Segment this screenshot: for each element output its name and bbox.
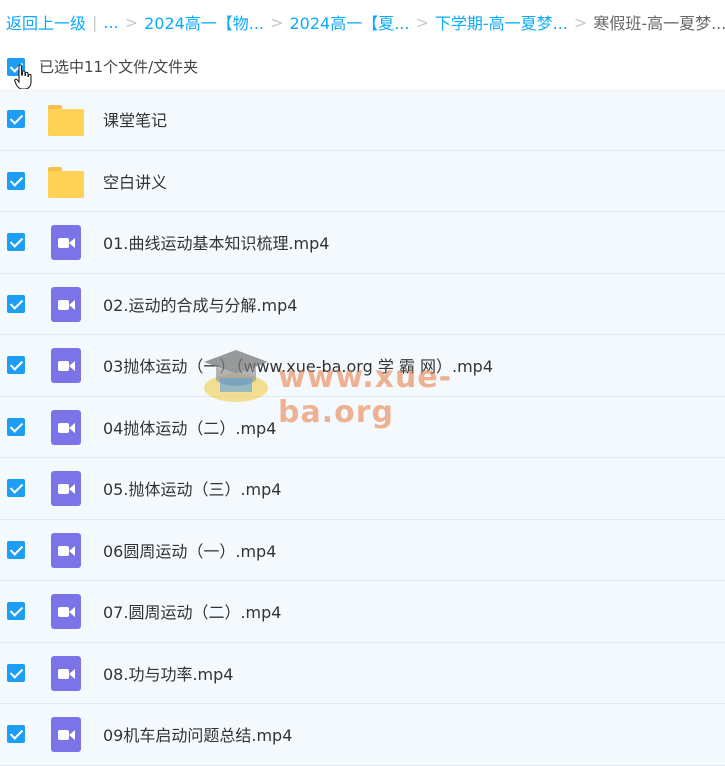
file-checkbox[interactable] [7, 417, 25, 436]
video-file-icon [47, 225, 81, 261]
file-row[interactable]: 空白讲义 [0, 150, 725, 212]
file-name[interactable]: 空白讲义 [103, 169, 167, 193]
file-name[interactable]: 05.抛体运动（三）.mp4 [103, 476, 281, 500]
file-name[interactable]: 01.曲线运动基本知识梳理.mp4 [103, 230, 329, 254]
file-row[interactable]: 08.功与功率.mp4 [0, 642, 725, 704]
breadcrumb-separator: > [270, 12, 284, 32]
file-checkbox[interactable] [7, 110, 25, 129]
file-name[interactable]: 06圆周运动（一）.mp4 [103, 538, 276, 562]
file-row[interactable]: 04抛体运动（二）.mp4 [0, 396, 725, 458]
breadcrumb: 返回上一级 | ... > 2024高一【物... > 2024高一【夏... … [0, 0, 725, 44]
breadcrumb-item[interactable]: 2024高一【物... [144, 10, 264, 34]
file-checkbox[interactable] [7, 540, 25, 559]
hand-cursor-icon [14, 64, 32, 90]
breadcrumb-item[interactable]: 2024高一【夏... [289, 10, 409, 34]
breadcrumb-ellipsis[interactable]: ... [103, 13, 118, 32]
video-file-icon [47, 409, 81, 445]
file-row[interactable]: 07.圆周运动（二）.mp4 [0, 581, 725, 643]
breadcrumb-separator: > [124, 12, 139, 32]
file-row[interactable]: 01.曲线运动基本知识梳理.mp4 [0, 212, 725, 274]
file-checkbox[interactable] [7, 663, 25, 682]
video-file-icon [47, 594, 81, 630]
file-list: 课堂笔记空白讲义 01.曲线运动基本知识梳理.mp4 02.运动的合成与分解.mp4… [0, 89, 725, 766]
breadcrumb-item[interactable]: 下学期-高一夏梦... [435, 10, 568, 34]
file-checkbox[interactable] [7, 294, 25, 313]
file-checkbox[interactable] [7, 725, 25, 744]
file-row[interactable]: 09机车启动问题总结.mp4 [0, 704, 725, 766]
video-file-icon [47, 348, 81, 384]
video-file-icon [47, 655, 81, 691]
file-name[interactable]: 09机车启动问题总结.mp4 [103, 722, 292, 746]
file-row[interactable]: 02.运动的合成与分解.mp4 [0, 273, 725, 335]
file-row[interactable]: 03抛体运动（一）（www.xue-ba.org 学 霸 网）.mp4 [0, 335, 725, 397]
folder-icon [47, 164, 84, 198]
selection-count-label: 已选中11个文件/文件夹 [39, 58, 199, 76]
video-file-icon [47, 532, 81, 568]
file-checkbox[interactable] [7, 356, 25, 375]
video-file-icon [47, 471, 81, 507]
file-name[interactable]: 08.功与功率.mp4 [103, 661, 233, 685]
breadcrumb-separator: | [92, 12, 98, 32]
file-checkbox[interactable] [7, 602, 25, 621]
file-name[interactable]: 07.圆周运动（二）.mp4 [103, 599, 281, 623]
file-checkbox[interactable] [7, 479, 25, 498]
file-name[interactable]: 课堂笔记 [103, 107, 167, 131]
breadcrumb-current: 寒假班-高一夏梦... [593, 14, 725, 33]
folder-icon [47, 102, 84, 137]
breadcrumb-separator: > [415, 12, 429, 32]
file-row[interactable]: 06圆周运动（一）.mp4 [0, 519, 725, 581]
video-file-icon [47, 286, 81, 322]
file-name[interactable]: 03抛体运动（一）（www.xue-ba.org 学 霸 网）.mp4 [103, 353, 493, 377]
selection-bar: 已选中11个文件/文件夹 [0, 44, 725, 89]
back-link[interactable]: 返回上一级 [6, 10, 86, 34]
breadcrumb-separator: > [573, 12, 588, 32]
file-checkbox[interactable] [7, 233, 25, 252]
file-row[interactable]: 05.抛体运动（三）.mp4 [0, 458, 725, 520]
file-name[interactable]: 04抛体运动（二）.mp4 [103, 415, 276, 439]
file-checkbox[interactable] [7, 171, 25, 190]
file-row[interactable]: 课堂笔记 [0, 89, 725, 151]
video-file-icon [47, 717, 81, 753]
file-name[interactable]: 02.运动的合成与分解.mp4 [103, 292, 297, 316]
